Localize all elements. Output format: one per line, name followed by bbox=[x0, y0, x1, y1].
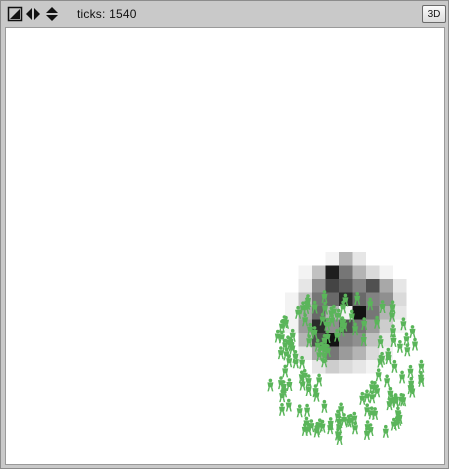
person-icon[interactable] bbox=[267, 378, 274, 392]
world-view[interactable] bbox=[5, 27, 445, 465]
patch-cell bbox=[366, 333, 380, 347]
patch-cell bbox=[312, 265, 326, 279]
patch-cell bbox=[352, 279, 366, 293]
person-icon[interactable] bbox=[285, 398, 292, 412]
ticks-value: 1540 bbox=[109, 7, 137, 21]
patch-cell bbox=[339, 333, 353, 347]
patch-cell bbox=[285, 292, 299, 306]
ticks-counter: ticks: 1540 bbox=[77, 7, 137, 21]
patch-cell bbox=[325, 292, 339, 306]
world-canvas bbox=[267, 252, 425, 445]
patch-cell bbox=[352, 346, 366, 360]
patch-cell bbox=[393, 292, 407, 306]
person-icon[interactable] bbox=[412, 337, 418, 351]
person-icon[interactable] bbox=[364, 389, 370, 403]
patch-cell bbox=[339, 265, 353, 279]
person-icon[interactable] bbox=[279, 403, 285, 416]
person-icon[interactable] bbox=[404, 343, 411, 357]
patch-cell bbox=[366, 346, 380, 360]
patch-cell bbox=[339, 279, 353, 293]
pan-diagonal-icon[interactable] bbox=[7, 6, 23, 22]
patch-cell bbox=[379, 279, 393, 293]
model-frame: ticks: 1540 3D bbox=[0, 0, 449, 469]
pan-horizontal-icon[interactable] bbox=[25, 6, 41, 22]
patch-cell bbox=[339, 360, 353, 374]
patch-cell bbox=[339, 252, 353, 266]
person-icon[interactable] bbox=[409, 325, 416, 338]
person-icon[interactable] bbox=[399, 370, 406, 384]
person-icon[interactable] bbox=[382, 424, 389, 438]
person-icon[interactable] bbox=[384, 374, 391, 388]
person-icon[interactable] bbox=[286, 378, 293, 391]
person-icon[interactable] bbox=[296, 404, 303, 418]
patch-cell bbox=[298, 279, 312, 293]
view-toolbar: ticks: 1540 3D bbox=[2, 2, 447, 26]
person-icon[interactable] bbox=[321, 399, 328, 413]
view-3d-button[interactable]: 3D bbox=[422, 5, 446, 23]
patch-cell bbox=[366, 265, 380, 279]
person-icon[interactable] bbox=[316, 373, 323, 387]
patch-cell bbox=[298, 265, 312, 279]
person-icon[interactable] bbox=[396, 340, 403, 353]
patch-cell bbox=[352, 265, 366, 279]
patch-cell bbox=[352, 360, 366, 374]
patch-cell bbox=[352, 252, 366, 266]
patch-cell bbox=[379, 265, 393, 279]
patch-cell bbox=[339, 346, 353, 360]
person-icon[interactable] bbox=[418, 359, 425, 373]
person-icon[interactable] bbox=[407, 364, 414, 378]
patch-cell bbox=[325, 360, 339, 374]
person-icon[interactable] bbox=[391, 359, 398, 373]
person-icon[interactable] bbox=[278, 376, 284, 390]
pan-vertical-icon[interactable] bbox=[44, 6, 60, 22]
person-icon[interactable] bbox=[304, 403, 311, 417]
patch-cell bbox=[379, 292, 393, 306]
ticks-label-text: ticks: bbox=[77, 7, 106, 21]
patch-cell bbox=[325, 252, 339, 266]
person-icon[interactable] bbox=[403, 332, 410, 346]
patch-cell bbox=[325, 265, 339, 279]
person-icon[interactable] bbox=[338, 402, 345, 416]
patch-cell bbox=[325, 279, 339, 293]
patch-cell bbox=[393, 279, 407, 293]
person-icon[interactable] bbox=[364, 403, 371, 417]
patch-cell bbox=[366, 279, 380, 293]
